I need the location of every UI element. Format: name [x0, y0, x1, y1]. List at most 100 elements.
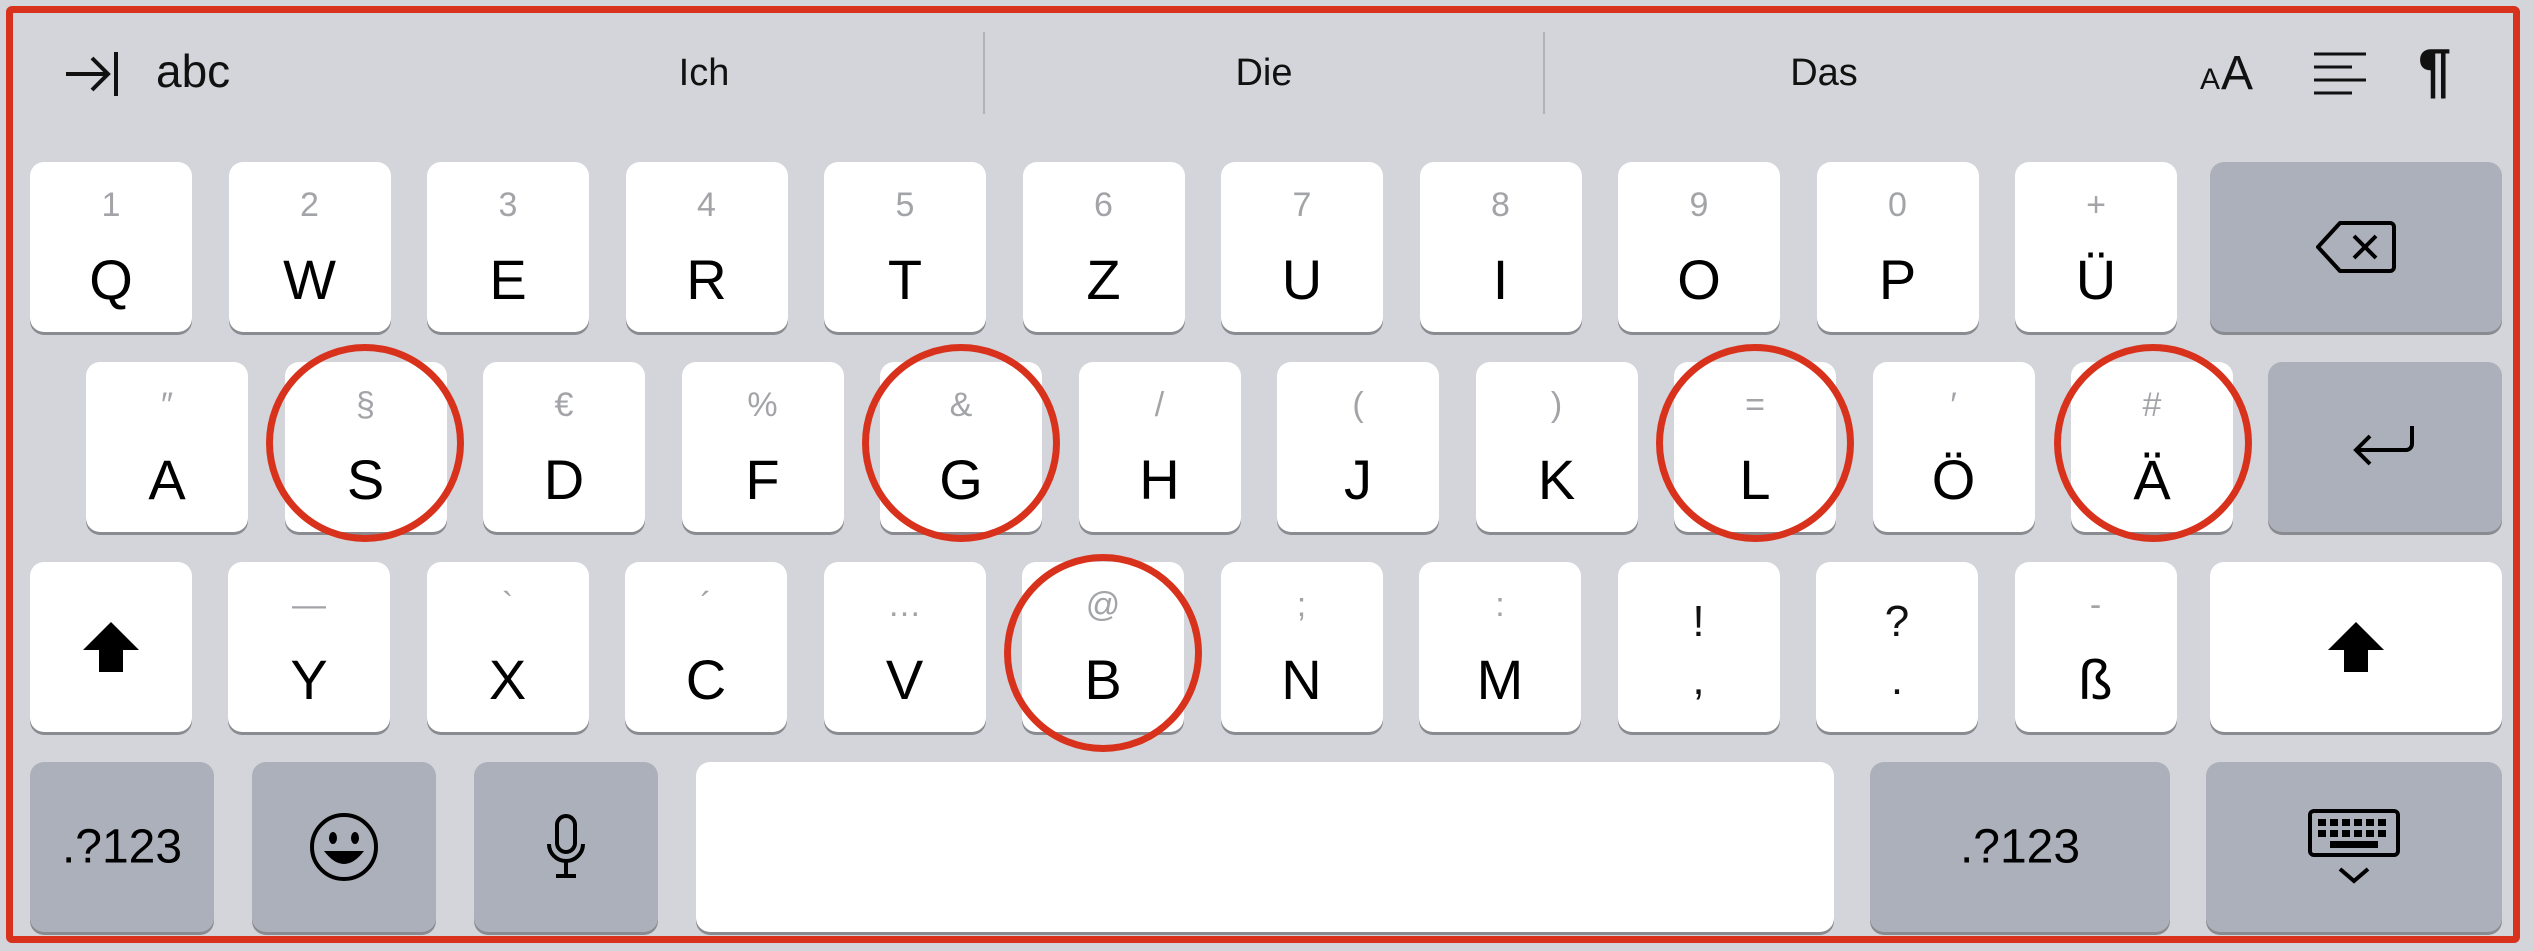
key-letter: S	[346, 448, 385, 511]
key-letter: Ö	[1931, 448, 1976, 511]
key-n[interactable]: ; N	[1220, 562, 1383, 732]
key-ü[interactable]: + Ü	[2015, 162, 2177, 332]
key-alt-symbol: €	[554, 386, 574, 424]
key-letter: K	[1537, 448, 1576, 511]
key-alt-symbol: (	[1352, 386, 1364, 424]
key-ö[interactable]: ′ Ö	[1872, 362, 2035, 532]
key-r[interactable]: 4R	[625, 162, 788, 332]
key-s[interactable]: § S	[284, 362, 447, 532]
key-a[interactable]: ″ A	[86, 362, 248, 532]
backspace-icon	[2316, 221, 2396, 273]
key-j[interactable]: (J	[1277, 362, 1439, 532]
shift-key-left[interactable]	[30, 562, 192, 732]
key-alt-symbol: §	[356, 386, 375, 424]
key-y[interactable]: — Y	[228, 562, 390, 732]
key-p[interactable]: 0P	[1816, 162, 1979, 332]
key-z[interactable]: 6Z	[1022, 162, 1185, 332]
tab-icon[interactable]	[62, 46, 122, 102]
shift-icon	[2328, 622, 2384, 672]
key-alt-symbol: 7	[1292, 186, 1312, 224]
key-o[interactable]: 9O	[1618, 162, 1780, 332]
key-letter: P	[1878, 248, 1917, 311]
key-alt-symbol: —	[292, 586, 326, 624]
keyboard-toolbar: abc Ich Die Das AA ¶	[0, 0, 2534, 148]
shift-key-right[interactable]	[2210, 562, 2502, 732]
return-key[interactable]	[2268, 362, 2502, 532]
key-k[interactable]: ) K	[1475, 362, 1638, 532]
key-u[interactable]: 7U	[1221, 162, 1383, 332]
numbers-key-right[interactable]: .?123	[1870, 762, 2170, 932]
suggestion-3[interactable]: Das	[1624, 52, 2024, 95]
key-alt-symbol: )	[1550, 386, 1563, 424]
paragraph-icon[interactable]: ¶	[2418, 36, 2451, 105]
numbers-key-left[interactable]: .?123	[30, 762, 214, 932]
keyboard-dismiss-icon	[2308, 809, 2400, 884]
key-l[interactable]: = L	[1674, 362, 1836, 532]
abc-label[interactable]: abc	[156, 44, 230, 98]
key-f[interactable]: % F	[681, 362, 844, 532]
key-alt-symbol: &	[949, 386, 973, 424]
suggestion-divider	[983, 32, 985, 114]
key-alt-symbol: `	[501, 586, 514, 624]
suggestion-1[interactable]: Ich	[504, 52, 904, 95]
key-letter: ß	[2078, 648, 2113, 711]
key-v[interactable]: … V	[823, 562, 986, 732]
key-e[interactable]: 3E	[427, 162, 589, 332]
key-alt-symbol: +	[2086, 186, 2106, 224]
suggestion-2[interactable]: Die	[1064, 52, 1464, 95]
emoji-key[interactable]	[252, 762, 436, 932]
numbers-key-label: .?123	[1959, 820, 2081, 874]
key-alt-symbol: 3	[498, 186, 518, 224]
key-alt-symbol: 6	[1094, 186, 1113, 224]
key-d[interactable]: € D	[483, 362, 645, 532]
microphone-key[interactable]	[474, 762, 658, 932]
key-w[interactable]: 2W	[228, 162, 391, 332]
microphone-icon	[547, 814, 585, 878]
key-t[interactable]: 5T	[824, 162, 986, 332]
emoji-icon	[310, 813, 378, 881]
key-x[interactable]: ` X	[426, 562, 589, 732]
key-alt-symbol: =	[1745, 386, 1765, 424]
key-letter: B	[1084, 648, 1122, 711]
key-punct[interactable]: ?.	[1816, 562, 1978, 732]
key-g[interactable]: & G	[880, 362, 1042, 532]
key-m[interactable]: :M	[1419, 562, 1581, 732]
key-letter: X	[488, 648, 527, 711]
key-q[interactable]: 1Q	[30, 162, 192, 332]
key-alt-symbol: 0	[1888, 186, 1907, 224]
key-punct[interactable]: !,	[1617, 562, 1780, 732]
key-ä[interactable]: # Ä	[2071, 362, 2233, 532]
key-letter: E	[489, 248, 527, 311]
space-bar[interactable]	[696, 762, 1834, 932]
text-format-icon[interactable]: AA	[2200, 46, 2254, 101]
key-letter: O	[1677, 248, 1721, 311]
key-b[interactable]: @ B	[1022, 562, 1184, 732]
key-alt-symbol: -	[2089, 586, 2102, 624]
key-i[interactable]: 8I	[1419, 162, 1582, 332]
key-alt-symbol: /	[1154, 386, 1165, 424]
key-h[interactable]: / H	[1078, 362, 1241, 532]
key-letter: N	[1281, 648, 1322, 711]
key-letter: J	[1344, 448, 1372, 511]
key-letter: Ü	[2075, 248, 2117, 311]
backspace-key[interactable]	[2210, 162, 2502, 332]
key-letter: M	[1476, 648, 1524, 711]
dismiss-keyboard-key[interactable]	[2206, 762, 2502, 932]
key-letter: C	[685, 648, 727, 711]
suggestion-divider	[1543, 32, 1545, 114]
align-icon[interactable]	[2312, 50, 2368, 98]
key-letter: H	[1139, 448, 1180, 511]
key-letter: G	[939, 448, 983, 511]
key-letter: I	[1492, 248, 1509, 311]
key-bottom-symbol: .	[1890, 655, 1904, 704]
key-c[interactable]: ´ C	[625, 562, 787, 732]
key-top-symbol: !	[1692, 597, 1705, 646]
key-alt-symbol: 9	[1689, 186, 1709, 224]
key-top-symbol: ?	[1884, 597, 1910, 646]
key-letter: A	[148, 448, 186, 511]
key-alt-symbol: 4	[697, 186, 716, 224]
key-alt-symbol: 1	[101, 186, 121, 224]
key-alt-symbol: ;	[1296, 586, 1307, 624]
key-ß[interactable]: -ß	[2014, 562, 2177, 732]
key-letter: Z	[1086, 248, 1121, 311]
